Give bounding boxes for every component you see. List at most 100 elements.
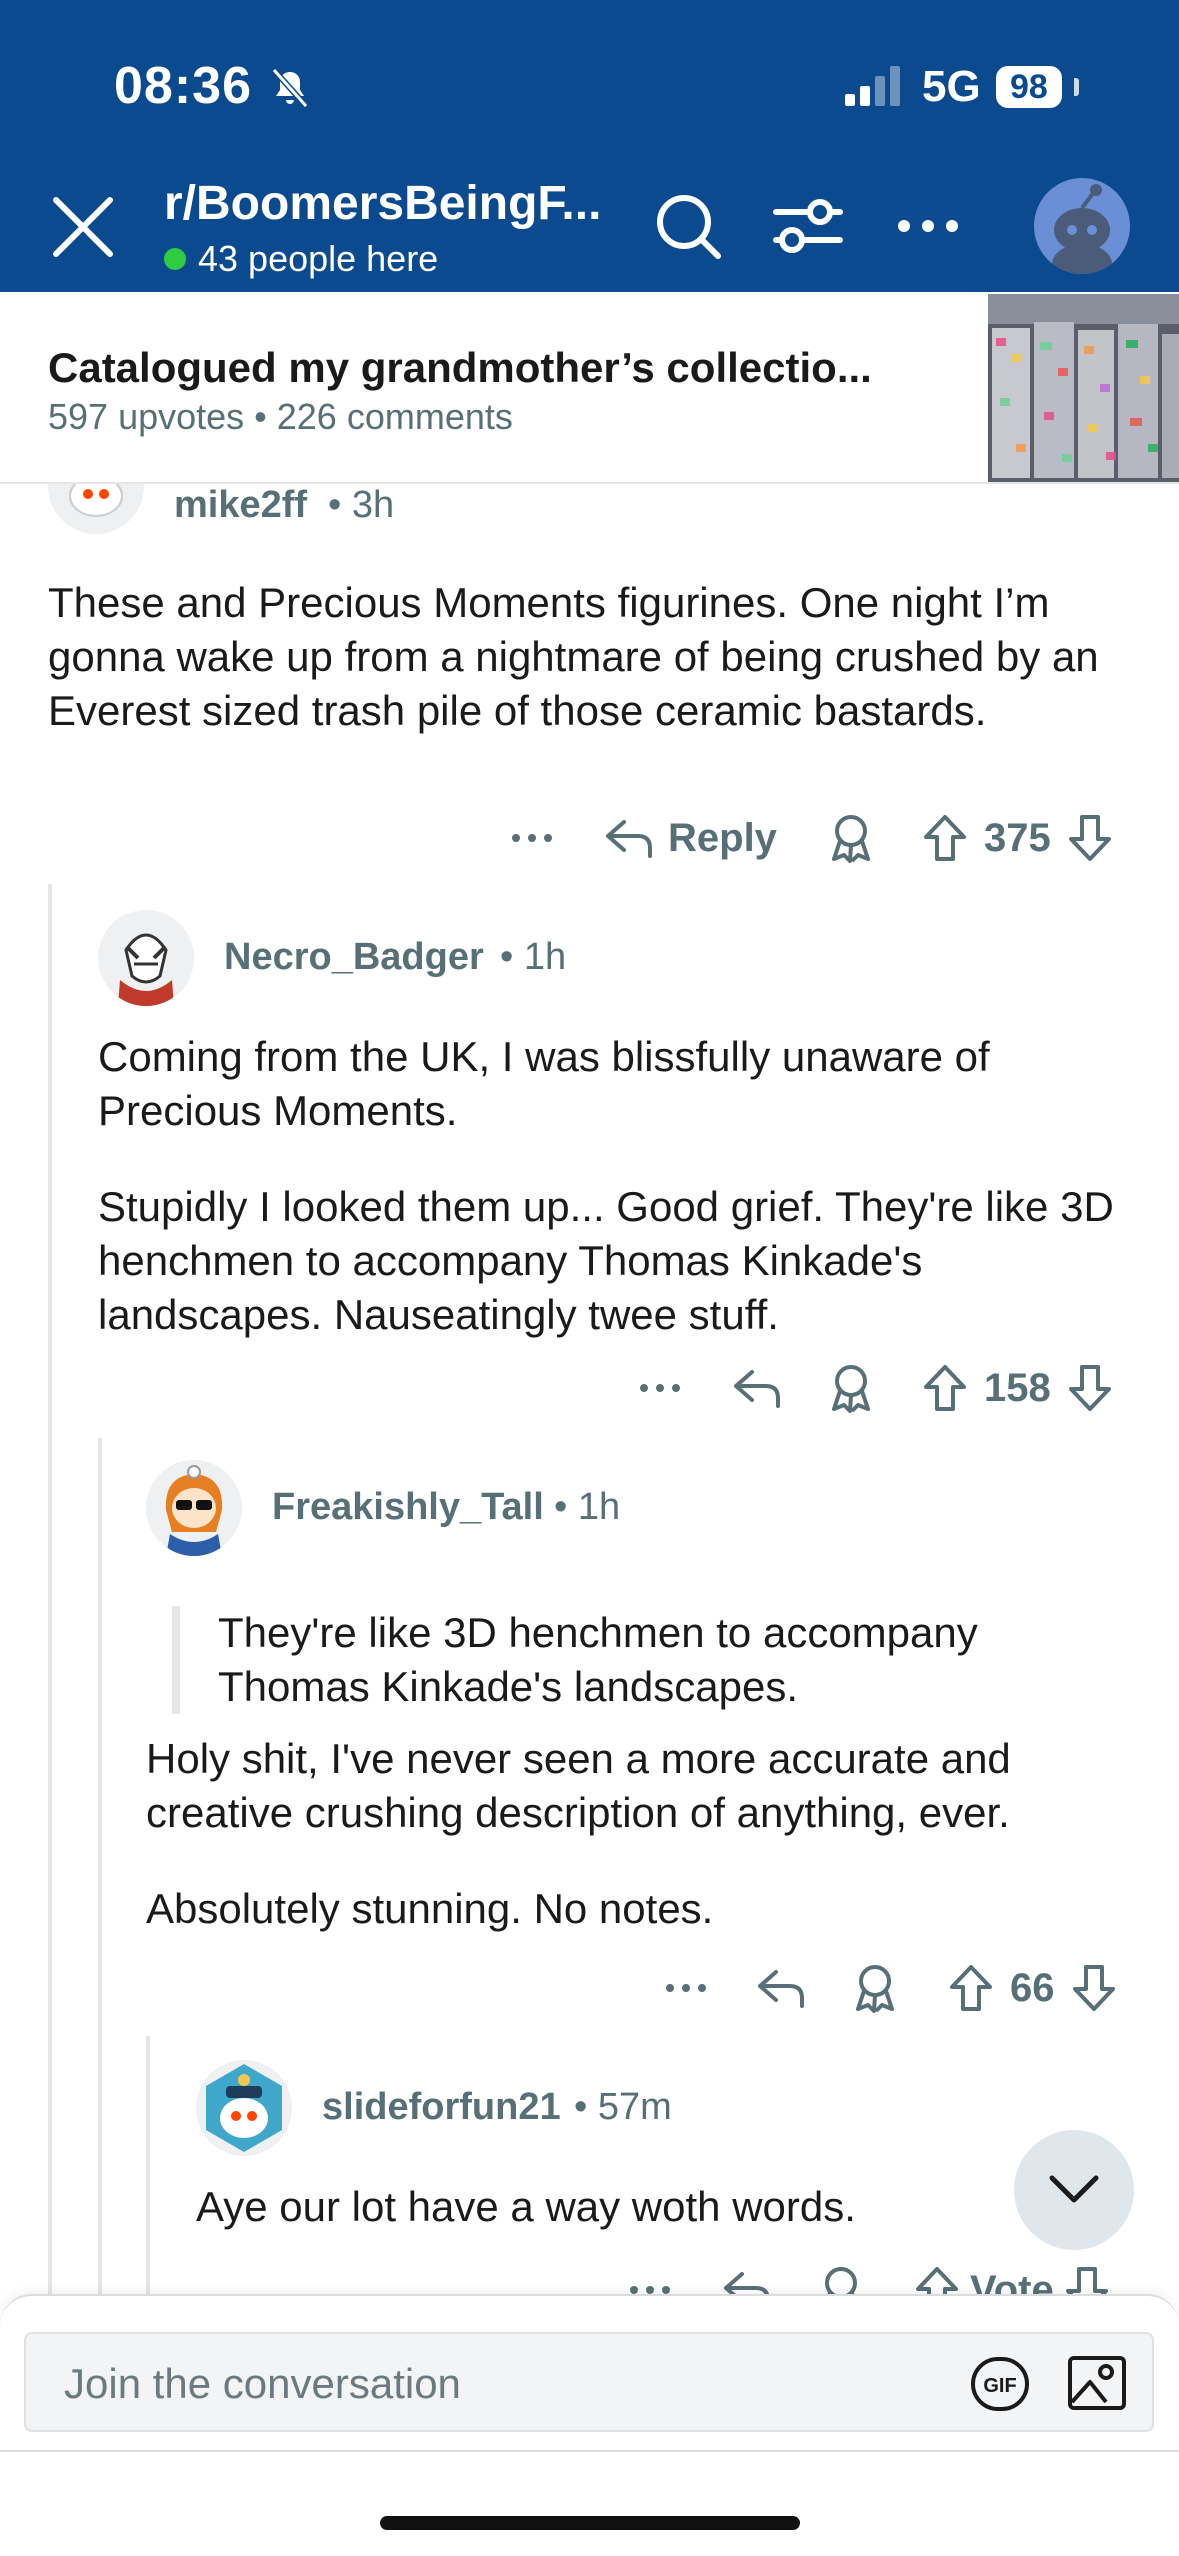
comment-quote: They're like 3D henchmen to accompany Th…: [172, 1606, 1092, 1714]
online-count: 43 people here: [198, 238, 439, 279]
more-icon: [630, 2286, 670, 2294]
vote-group: 158: [922, 1358, 1113, 1418]
comment-age-value: 1h: [577, 1486, 621, 1528]
gif-button[interactable]: GIF: [970, 2356, 1030, 2412]
more-options-button[interactable]: [638, 1358, 682, 1418]
comment-username[interactable]: slideforfun21: [322, 2086, 561, 2129]
vote-count: 158: [984, 1365, 1051, 1410]
chevron-down-icon: [1049, 2175, 1099, 2203]
downvote-icon[interactable]: [1071, 1963, 1117, 2013]
vote-group: 375: [922, 808, 1113, 868]
gif-label: GIF: [983, 2375, 1016, 2397]
reply-icon: [734, 1370, 780, 1408]
comment-age-value: 1h: [523, 936, 567, 978]
comment-age: • 3h: [328, 484, 395, 526]
filter-icon[interactable]: [768, 186, 848, 266]
comment-paragraph: Holy shit, I've never seen a more accura…: [146, 1735, 1011, 1836]
vote-group: Vote: [914, 2260, 1110, 2294]
close-icon[interactable]: [48, 192, 118, 262]
comment-age: • 1h: [554, 1486, 621, 1528]
reply-button[interactable]: [722, 2260, 772, 2294]
comment-paragraph: Aye our lot have a way woth words.: [196, 2183, 856, 2230]
comment-paragraph: These and Precious Moments figurines. On…: [48, 579, 1099, 734]
comment-username[interactable]: Freakishly_Tall: [272, 1486, 544, 1529]
thread-line[interactable]: [48, 884, 52, 2294]
more-icon[interactable]: [888, 186, 968, 266]
award-icon: [832, 1365, 870, 1413]
image-icon: [1068, 2356, 1126, 2410]
comment-input[interactable]: Join the conversation GIF: [24, 2332, 1154, 2432]
search-icon[interactable]: [648, 186, 728, 266]
online-indicator: [164, 248, 186, 270]
battery-nub: [1074, 78, 1079, 96]
comment-actions: Reply 375: [0, 808, 1179, 868]
more-options-button[interactable]: [664, 1958, 708, 2018]
post-summary[interactable]: Catalogued my grandmother’s collectio...…: [0, 292, 1179, 484]
comment-username[interactable]: Necro_Badger: [224, 936, 484, 979]
post-thumbnail[interactable]: [988, 294, 1179, 482]
bell-off-icon: [271, 68, 309, 108]
comment-body: These and Precious Moments figurines. On…: [48, 576, 1138, 738]
signal-icon: [845, 66, 900, 106]
reply-button[interactable]: [756, 1958, 806, 2018]
more-options-button[interactable]: [628, 2260, 672, 2294]
avatar[interactable]: [98, 910, 194, 1006]
reply-icon: [606, 820, 652, 858]
more-icon: [666, 1984, 706, 1992]
upvote-icon[interactable]: [948, 1963, 994, 2013]
comment-actions: 158: [0, 1358, 1179, 1418]
comment-paragraph: Stupidly I looked them up... Good grief.…: [98, 1183, 1114, 1338]
award-icon: [856, 1965, 894, 2013]
comment-list: mike2ff • 3h These and Precious Moments …: [0, 484, 1179, 2294]
downvote-icon[interactable]: [1064, 2265, 1110, 2294]
reply-icon: [758, 1970, 804, 2008]
vote-group: 66: [948, 1958, 1117, 2018]
user-avatar[interactable]: [1034, 178, 1130, 274]
vote-count: 66: [1010, 1965, 1055, 2010]
upvote-icon[interactable]: [914, 2265, 960, 2294]
home-indicator[interactable]: [380, 2516, 800, 2530]
upvote-icon[interactable]: [922, 813, 968, 863]
comment-paragraph: Absolutely stunning. No notes.: [146, 1885, 714, 1932]
reply-button[interactable]: Reply: [604, 808, 777, 868]
comment-age: • 57m: [574, 2086, 672, 2128]
comment-age-value: 57m: [597, 2086, 672, 2128]
image-upload-button[interactable]: [1066, 2352, 1128, 2414]
scroll-down-button[interactable]: [1014, 2130, 1134, 2250]
post-title[interactable]: Catalogued my grandmother’s collectio...: [48, 344, 872, 392]
avatar[interactable]: [146, 1460, 242, 1556]
post-meta: 597 upvotes • 226 comments: [48, 396, 513, 437]
comment-username[interactable]: mike2ff: [174, 484, 307, 527]
reply-icon: [724, 2272, 770, 2294]
award-button[interactable]: [852, 1958, 898, 2018]
downvote-icon[interactable]: [1067, 813, 1113, 863]
status-time: 08:36: [114, 57, 252, 115]
divider: [0, 2450, 1179, 2452]
avatar[interactable]: [48, 484, 144, 534]
reply-button[interactable]: [732, 1358, 782, 1418]
comment-body: Aye our lot have a way woth words.: [196, 2180, 1096, 2234]
more-options-button[interactable]: [510, 808, 554, 868]
app-header: 08:36 5G 98 r/BoomersBeingF... 43 people…: [0, 0, 1179, 292]
more-icon: [640, 1384, 680, 1392]
downvote-icon[interactable]: [1067, 1363, 1113, 1413]
thread-line[interactable]: [146, 2036, 150, 2294]
thread-line[interactable]: [98, 1438, 102, 2294]
comment-paragraph: Coming from the UK, I was blissfully una…: [98, 1033, 990, 1134]
comment-body: Holy shit, I've never seen a more accura…: [146, 1732, 1146, 1936]
reply-label: Reply: [668, 815, 777, 860]
award-button[interactable]: [818, 2260, 864, 2294]
comment-age: • 1h: [500, 936, 567, 978]
award-button[interactable]: [828, 1358, 874, 1418]
comment-age-value: 3h: [351, 484, 395, 526]
award-icon: [832, 815, 870, 863]
upvote-icon[interactable]: [922, 1363, 968, 1413]
comment-actions: 66: [0, 1958, 1179, 2018]
award-icon: [825, 2267, 857, 2294]
battery-level: 98: [996, 66, 1062, 108]
network-type: 5G: [922, 62, 981, 111]
vote-count: Vote: [970, 2267, 1054, 2295]
subreddit-name[interactable]: r/BoomersBeingF...: [164, 176, 601, 231]
award-button[interactable]: [828, 808, 874, 868]
avatar[interactable]: [196, 2060, 292, 2156]
